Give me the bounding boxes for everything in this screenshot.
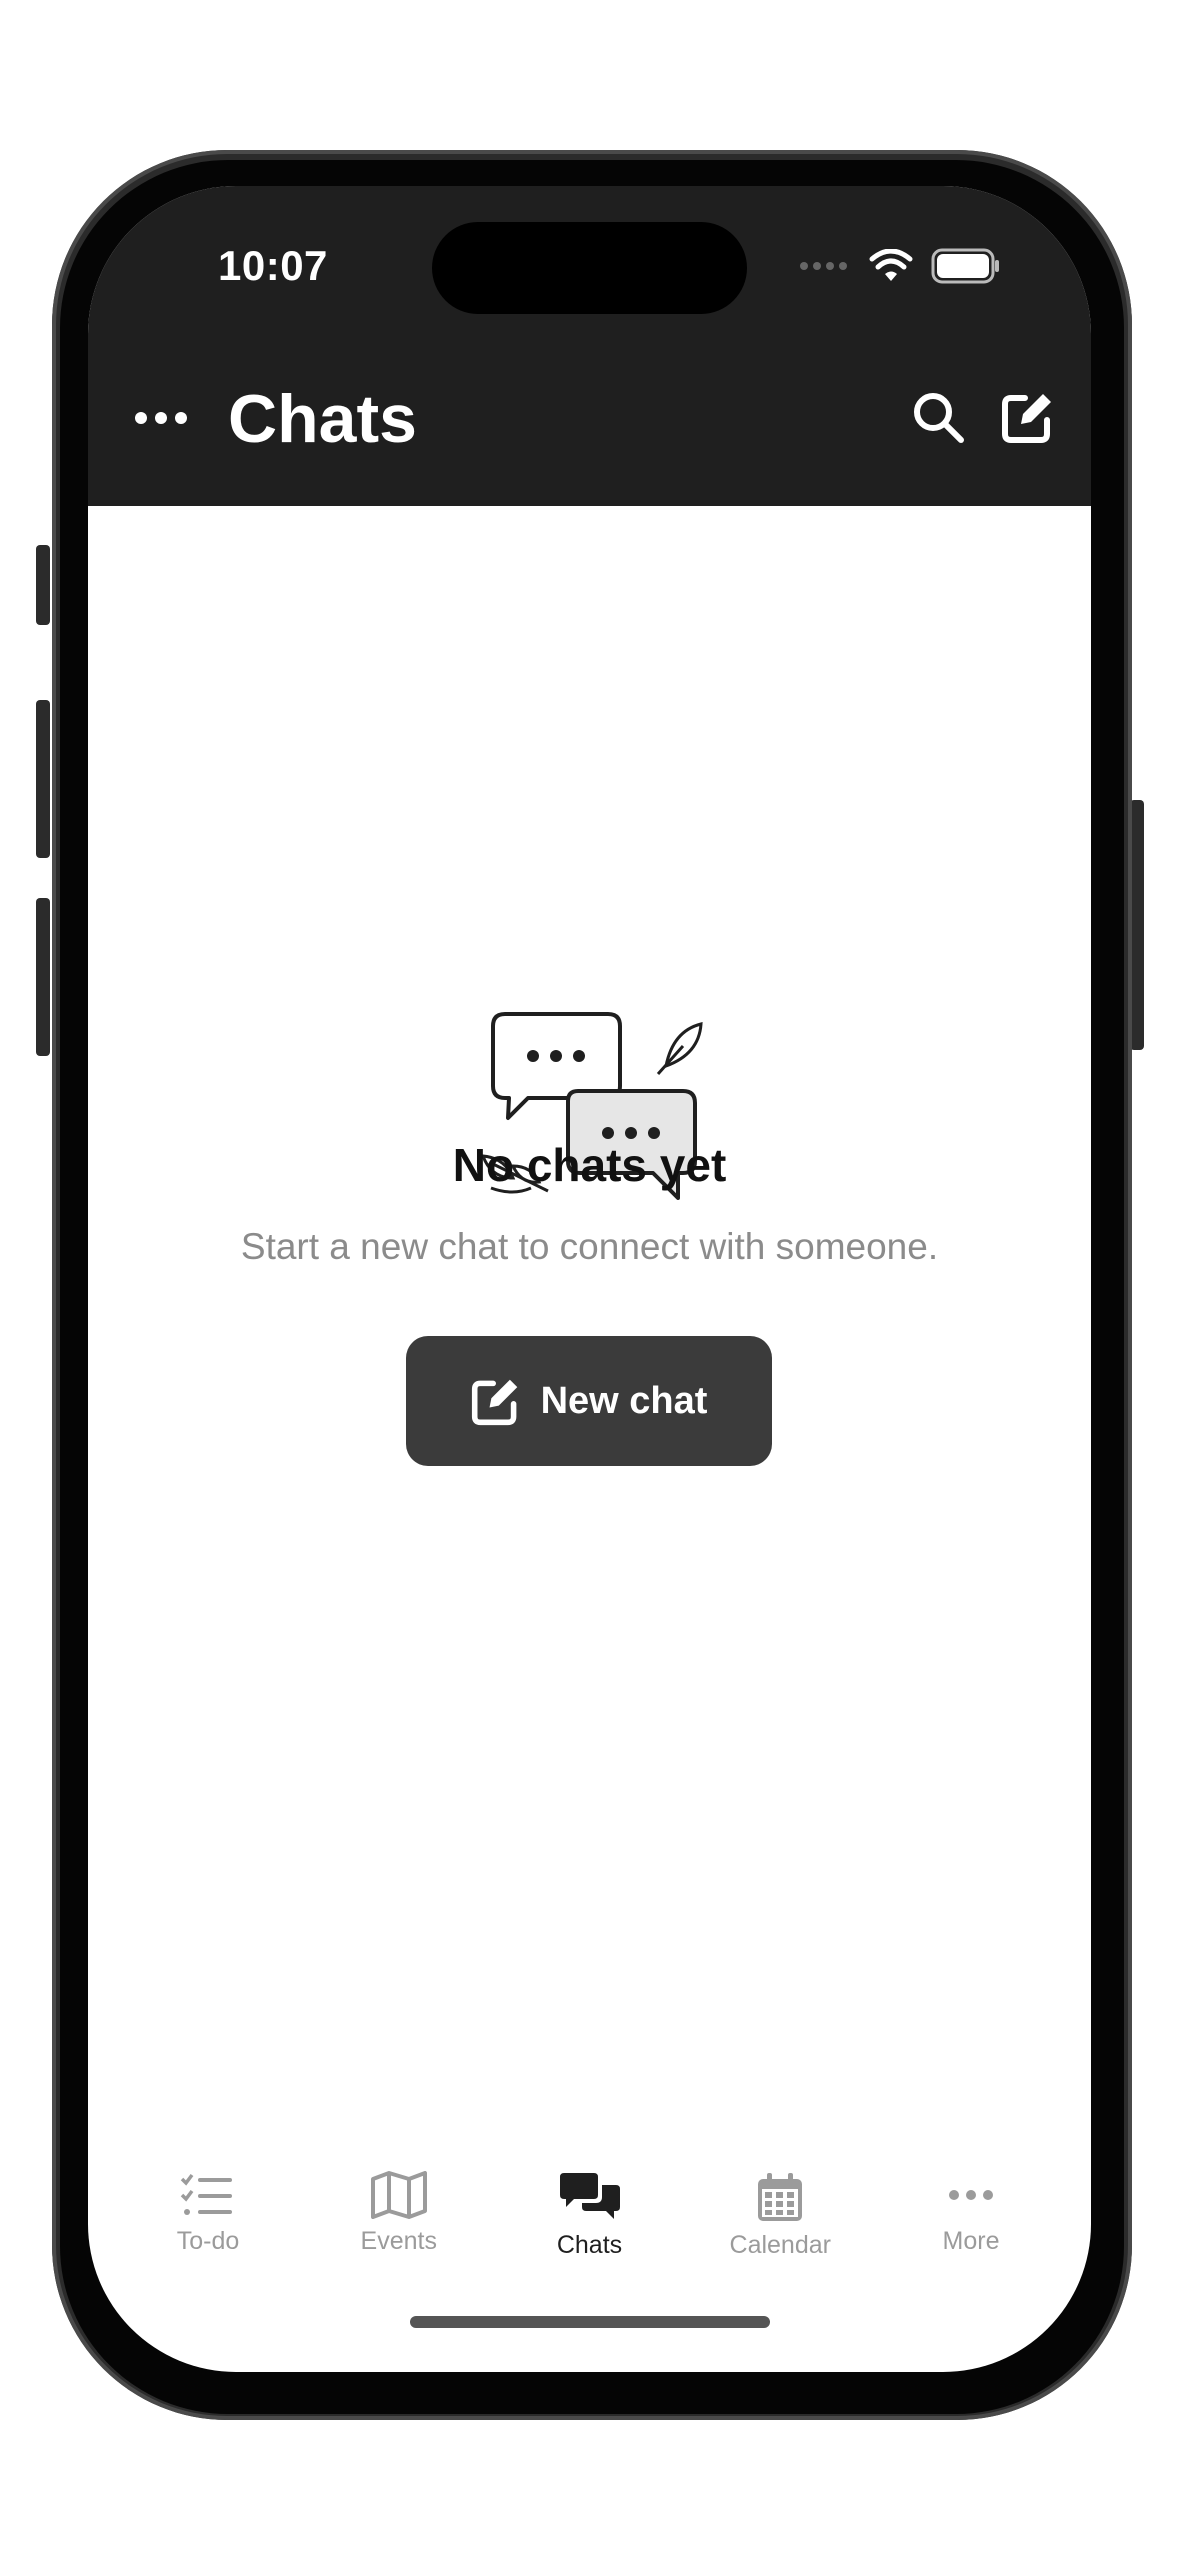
new-chat-label: New chat (540, 1379, 708, 1422)
home-indicator (410, 2316, 770, 2328)
map-icon (370, 2171, 427, 2219)
more-button[interactable] (126, 388, 196, 448)
tab-chats[interactable]: Chats (510, 2171, 670, 2291)
screen: 10:07 Chats No chats yet Start a new cha… (88, 186, 1091, 2372)
ellipsis-icon (135, 412, 187, 424)
todo-list-icon (180, 2173, 232, 2215)
new-chat-button[interactable]: New chat (406, 1336, 772, 1466)
compose-icon (471, 1379, 517, 1426)
search-button[interactable] (905, 384, 971, 450)
ellipsis-icon (949, 2190, 993, 2200)
tab-label: Chats (556, 2231, 623, 2259)
volume-up-button (36, 700, 50, 858)
tab-label: Events (360, 2227, 437, 2255)
empty-state-title: No chats yet (452, 1139, 727, 1191)
compose-button[interactable] (995, 384, 1061, 450)
status-time: 10:07 (218, 242, 328, 289)
dynamic-island (432, 222, 747, 314)
volume-down-button (36, 898, 50, 1056)
signal-icon (800, 262, 847, 270)
calendar-icon (758, 2173, 803, 2221)
tab-bar: To-do Events Chats Calendar More (88, 2171, 1091, 2291)
compose-icon (1002, 394, 1051, 443)
empty-state-subtitle: Start a new chat to connect with someone… (240, 1226, 939, 1267)
tab-label: More (942, 2227, 1000, 2255)
nav-bar: Chats (88, 376, 1091, 466)
tab-more[interactable]: More (891, 2171, 1051, 2291)
power-button (1130, 800, 1144, 1050)
mute-switch (36, 545, 50, 625)
chat-bubbles-icon (559, 2173, 620, 2219)
tab-calendar[interactable]: Calendar (700, 2171, 860, 2291)
battery-icon (931, 248, 999, 284)
app-header: 10:07 Chats (88, 186, 1091, 506)
status-icons (799, 248, 1001, 284)
tab-label: To-do (176, 2227, 240, 2255)
tab-todo[interactable]: To-do (128, 2171, 288, 2291)
wifi-icon (869, 249, 913, 281)
page-title: Chats (228, 381, 417, 457)
search-icon (914, 393, 964, 443)
tab-label: Calendar (729, 2231, 831, 2259)
tab-events[interactable]: Events (319, 2171, 479, 2291)
